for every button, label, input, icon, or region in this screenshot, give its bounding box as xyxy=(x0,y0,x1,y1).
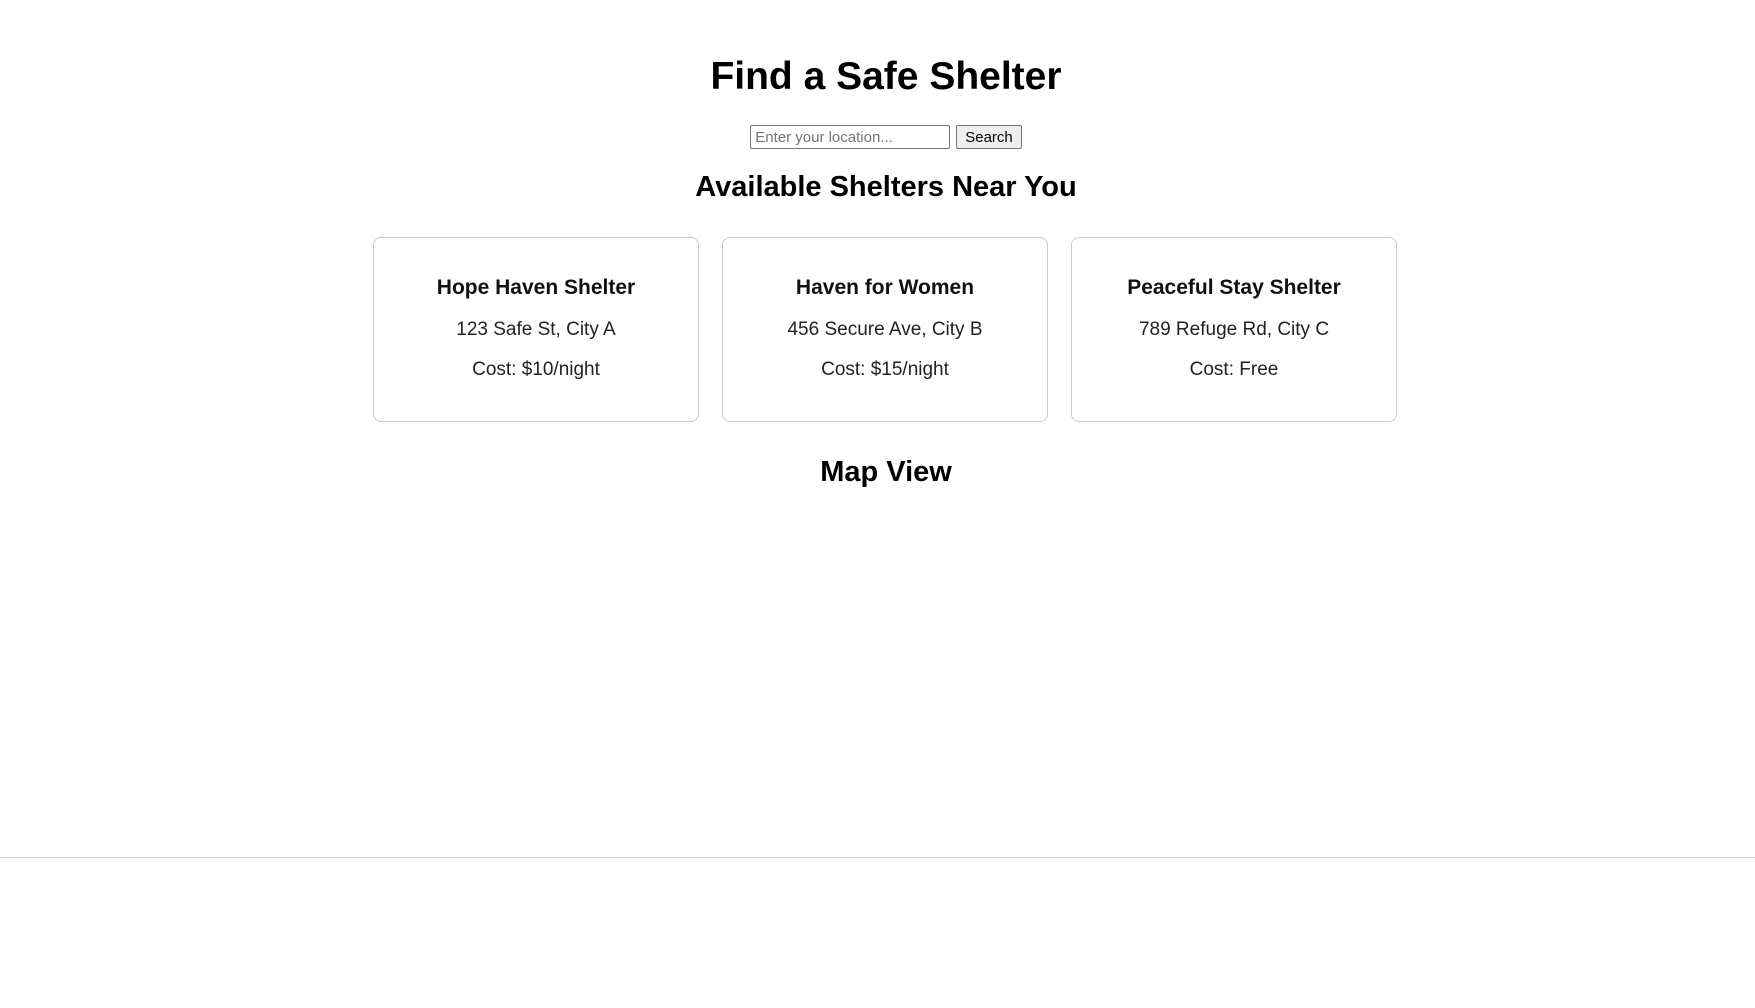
location-search-input[interactable] xyxy=(750,125,951,149)
search-bar: Search xyxy=(0,125,1755,149)
shelter-card[interactable]: Haven for Women 456 Secure Ave, City B C… xyxy=(722,237,1048,422)
map-heading: Map View xyxy=(820,456,952,488)
page-title: Find a Safe Shelter xyxy=(710,55,1062,98)
shelter-address: 456 Secure Ave, City B xyxy=(787,319,983,340)
shelter-list: Hope Haven Shelter 123 Safe St, City A C… xyxy=(373,237,1397,422)
shelter-name: Hope Haven Shelter xyxy=(436,276,636,299)
shelter-cost: Cost: Free xyxy=(1189,359,1279,380)
search-button[interactable]: Search xyxy=(956,125,1022,149)
shelter-name: Peaceful Stay Shelter xyxy=(1127,276,1341,299)
shelter-name: Haven for Women xyxy=(795,276,975,299)
shelter-cost: Cost: $15/night xyxy=(821,359,949,380)
shelter-card[interactable]: Hope Haven Shelter 123 Safe St, City A C… xyxy=(373,237,699,422)
shelter-card[interactable]: Peaceful Stay Shelter 789 Refuge Rd, Cit… xyxy=(1071,237,1397,422)
map-container[interactable] xyxy=(0,500,1755,857)
page: Find a Safe Shelter Search Available She… xyxy=(0,0,1755,1008)
shelter-cost: Cost: $10/night xyxy=(472,359,600,380)
shelters-heading: Available Shelters Near You xyxy=(695,171,1077,203)
shelter-address: 123 Safe St, City A xyxy=(456,319,616,340)
map-bottom-divider xyxy=(0,857,1755,858)
shelter-address: 789 Refuge Rd, City C xyxy=(1138,319,1330,340)
